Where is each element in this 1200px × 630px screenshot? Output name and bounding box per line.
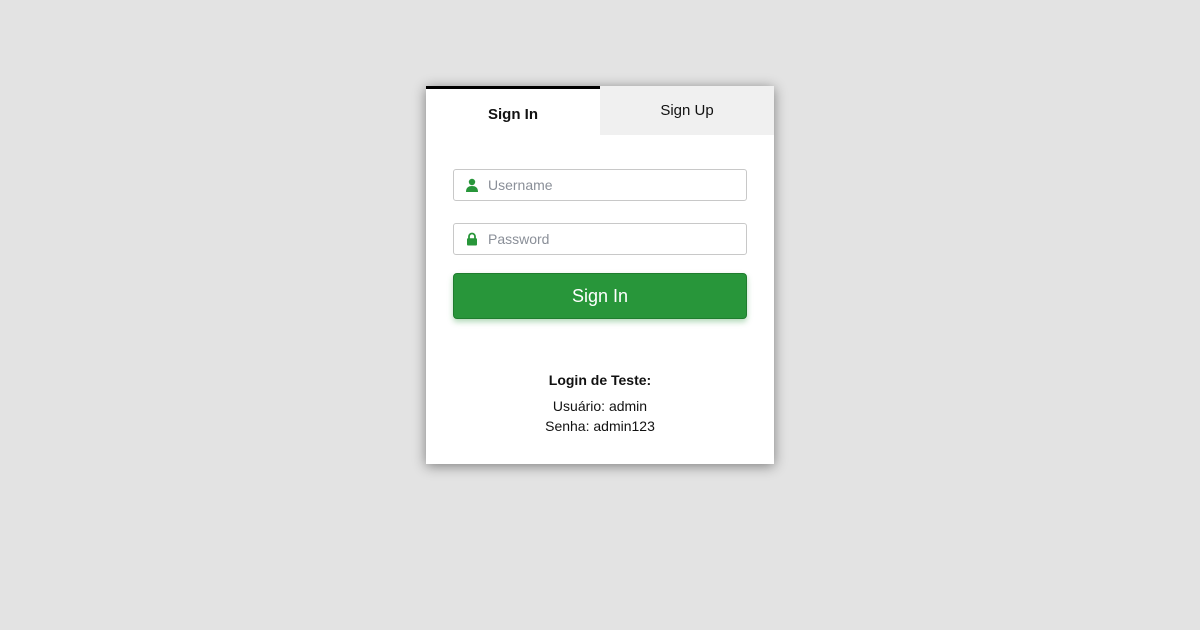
username-input[interactable]: [488, 170, 740, 200]
auth-tabs: Sign In Sign Up: [426, 86, 774, 137]
login-card: Sign In Sign Up Sign In Login: [426, 86, 774, 464]
tab-sign-in[interactable]: Sign In: [426, 86, 600, 137]
lock-icon: [465, 232, 479, 246]
user-icon: [465, 178, 479, 192]
tab-sign-up[interactable]: Sign Up: [600, 86, 774, 135]
login-form: Sign In: [453, 169, 747, 319]
test-login-heading: Login de Teste:: [548, 372, 652, 388]
password-field[interactable]: [453, 223, 747, 255]
test-login-password: Senha: admin123: [545, 418, 655, 434]
password-input[interactable]: [488, 224, 740, 254]
username-field[interactable]: [453, 169, 747, 201]
test-login-info: Login de Teste: Usuário: admin Senha: ad…: [426, 372, 774, 436]
test-login-username: Usuário: admin: [552, 398, 648, 414]
sign-in-button[interactable]: Sign In: [453, 273, 747, 319]
